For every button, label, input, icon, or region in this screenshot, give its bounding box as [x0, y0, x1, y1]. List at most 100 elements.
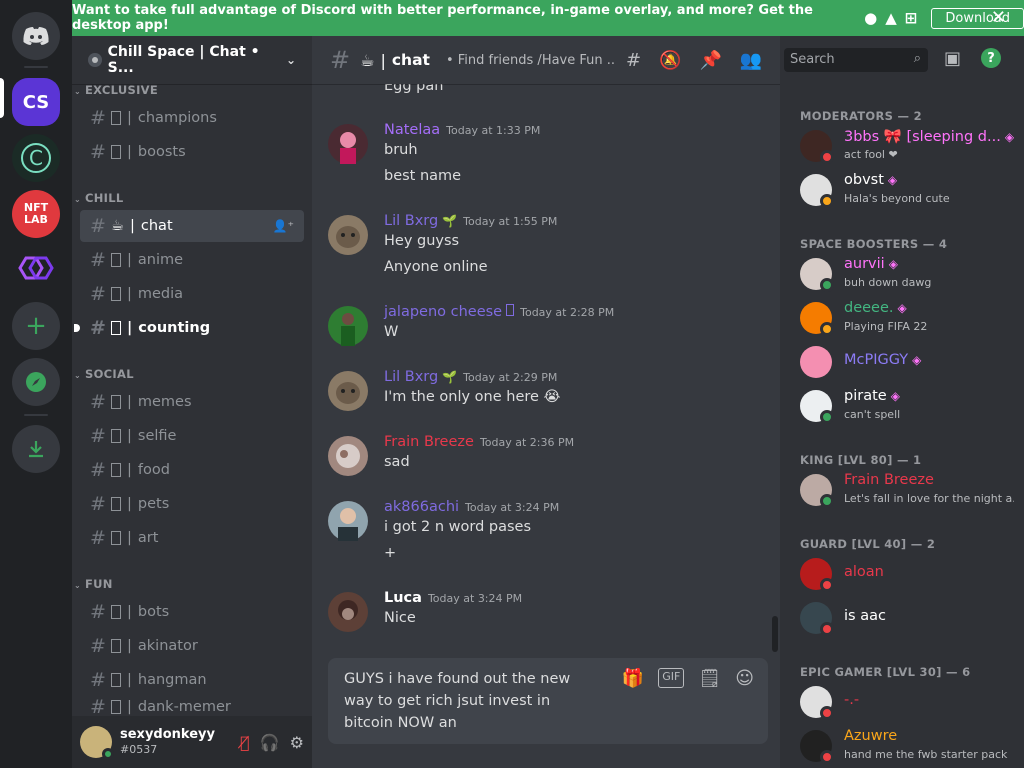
- category-exclusive[interactable]: ⌄ EXCLUSIVE: [74, 83, 158, 97]
- avatar[interactable]: [328, 592, 368, 632]
- channel-anime[interactable]: # | anime: [80, 244, 304, 276]
- server-header[interactable]: Chill Space | Chat • S... ⌄: [72, 36, 312, 84]
- gif-icon[interactable]: GIF: [658, 668, 685, 688]
- emoji-picker-icon[interactable]: ☺: [735, 668, 754, 689]
- channel-selfie[interactable]: # | selfie: [80, 420, 304, 452]
- sticker-icon[interactable]: 🗒: [698, 668, 721, 689]
- member-item[interactable]: Azuwre hand me the fwb starter pack: [800, 724, 1020, 768]
- plus-icon: +: [25, 311, 47, 341]
- message-author[interactable]: ak866achi: [384, 499, 459, 515]
- avatar[interactable]: [328, 124, 368, 164]
- download-button[interactable]: Download: [931, 7, 1024, 29]
- member-status: Let's fall in love for the night a...: [844, 492, 1014, 505]
- avatar[interactable]: [328, 306, 368, 346]
- inbox-icon[interactable]: ▣: [944, 48, 961, 69]
- member-item[interactable]: aurvii ◈ buh down dawg: [800, 252, 1020, 296]
- gift-icon[interactable]: 🎁: [622, 668, 644, 689]
- message-scrollbar[interactable]: [772, 616, 778, 652]
- settings-gear-icon[interactable]: ⚙: [290, 733, 304, 752]
- channel-label: bots: [137, 604, 170, 620]
- hash-icon: #: [90, 425, 106, 447]
- home-button[interactable]: [12, 12, 60, 60]
- channel-food[interactable]: # | food: [80, 454, 304, 486]
- server-nft-lab[interactable]: NFT LAB: [12, 190, 60, 238]
- member-item[interactable]: -.-: [800, 680, 1020, 724]
- hash-icon: #: [90, 249, 106, 271]
- coffee-icon: ☕: [360, 50, 375, 70]
- message-composer[interactable]: GUYS i have found out the new way to get…: [328, 658, 768, 744]
- member-list: MODERATORS — 2 3bbs 🎀 [sleeping d... ◈ ac…: [780, 36, 1024, 768]
- message-timestamp: Today at 1:33 PM: [446, 124, 541, 137]
- channel-akinator[interactable]: # | akinator: [80, 630, 304, 662]
- server-circle[interactable]: C: [12, 134, 60, 182]
- member-item[interactable]: Frain Breeze Let's fall in love for the …: [800, 468, 1020, 512]
- avatar[interactable]: [80, 726, 114, 760]
- channel-art[interactable]: # | art: [80, 522, 304, 554]
- channel-boosts[interactable]: # | boosts: [80, 136, 304, 168]
- channel-counting[interactable]: # | counting: [74, 312, 304, 344]
- member-item[interactable]: aloan: [800, 552, 1020, 596]
- message-header: Lil Bxrg 🌱 Today at 1:55 PM: [384, 213, 557, 229]
- message-list: Egg pan Natelaa Today at 1:33 PM bruh bes…: [312, 84, 780, 654]
- platform-icons: ● ▲ ⊞: [864, 9, 917, 27]
- channel-label: selfie: [137, 428, 177, 444]
- category-social[interactable]: ⌄ SOCIAL: [74, 367, 134, 381]
- message-author[interactable]: Natelaa: [384, 122, 440, 138]
- separator: |: [127, 638, 132, 654]
- message-author[interactable]: Frain Breeze: [384, 434, 474, 450]
- category-fun[interactable]: ⌄ FUN: [74, 577, 113, 591]
- message-input[interactable]: GUYS i have found out the new way to get…: [344, 668, 594, 734]
- avatar[interactable]: [328, 371, 368, 411]
- channel-pets[interactable]: # | pets: [80, 488, 304, 520]
- emoji-glyph-icon: [111, 111, 121, 125]
- channel-bots[interactable]: # | bots: [80, 596, 304, 628]
- member-item[interactable]: is aac: [800, 596, 1020, 640]
- member-item[interactable]: McPIGGY ◈: [800, 340, 1020, 384]
- message-text: i got 2 n word pases: [384, 519, 532, 535]
- explore-servers-button[interactable]: [12, 358, 60, 406]
- threads-icon[interactable]: #: [626, 50, 641, 71]
- channel-champions[interactable]: # | champions: [80, 102, 304, 134]
- channel-topic[interactable]: • Find friends /Have Fun ...: [446, 53, 616, 68]
- close-icon[interactable]: ✕: [991, 7, 1006, 28]
- message-author[interactable]: Lil Bxrg: [384, 369, 438, 385]
- avatar[interactable]: [328, 501, 368, 541]
- hash-icon: #: [90, 635, 106, 657]
- add-member-icon[interactable]: 👤⁺: [273, 219, 294, 233]
- pinned-messages-icon[interactable]: 📌: [699, 50, 721, 71]
- server-link[interactable]: [12, 244, 60, 292]
- search-input[interactable]: Search ⌕: [784, 48, 928, 72]
- member-item[interactable]: deeee. ◈ Playing FIFA 22: [800, 296, 1020, 340]
- headphones-icon[interactable]: 🎧: [260, 733, 280, 752]
- chevron-down-icon: ⌄: [285, 53, 296, 67]
- message-author[interactable]: Luca: [384, 590, 422, 606]
- message-header: Natelaa Today at 1:33 PM: [384, 122, 540, 138]
- channel-media[interactable]: # | media: [80, 278, 304, 310]
- add-server-button[interactable]: +: [12, 302, 60, 350]
- notifications-muted-icon[interactable]: 🔕: [659, 50, 681, 71]
- message-author[interactable]: jalapeno cheese: [384, 304, 502, 320]
- member-item[interactable]: 3bbs 🎀 [sleeping d... ◈ act fool ❤: [800, 124, 1020, 168]
- user-info[interactable]: sexydonkeyy #0537: [120, 727, 215, 757]
- help-icon[interactable]: ?: [981, 48, 1002, 68]
- avatar[interactable]: [328, 215, 368, 255]
- mic-muted-icon[interactable]: 🎙̸: [240, 733, 250, 752]
- category-chill[interactable]: ⌄ CHILL: [74, 191, 124, 205]
- member-list-icon[interactable]: 👥: [740, 50, 762, 71]
- channel-memes[interactable]: # | memes: [80, 386, 304, 418]
- channel-dank-memer[interactable]: # | dank-memer: [80, 698, 304, 716]
- download-apps-button[interactable]: [12, 425, 60, 473]
- hash-icon: #: [90, 527, 106, 549]
- member-status: act fool ❤: [844, 148, 898, 161]
- message-author[interactable]: Lil Bxrg: [384, 213, 438, 229]
- channel-chat[interactable]: # ☕ | chat 👤⁺: [80, 210, 304, 242]
- member-item[interactable]: obvst ◈ Hala's beyond cute: [800, 168, 1020, 212]
- server-chill-space[interactable]: CS: [12, 78, 60, 126]
- emoji-glyph-icon: [111, 463, 121, 477]
- compass-icon: [26, 372, 46, 392]
- boost-gem-icon: ◈: [887, 173, 898, 187]
- channel-hangman[interactable]: # | hangman: [80, 664, 304, 696]
- member-item[interactable]: pirate ◈ can't spell: [800, 384, 1020, 428]
- message-header: Frain Breeze Today at 2:36 PM: [384, 434, 574, 450]
- avatar[interactable]: [328, 436, 368, 476]
